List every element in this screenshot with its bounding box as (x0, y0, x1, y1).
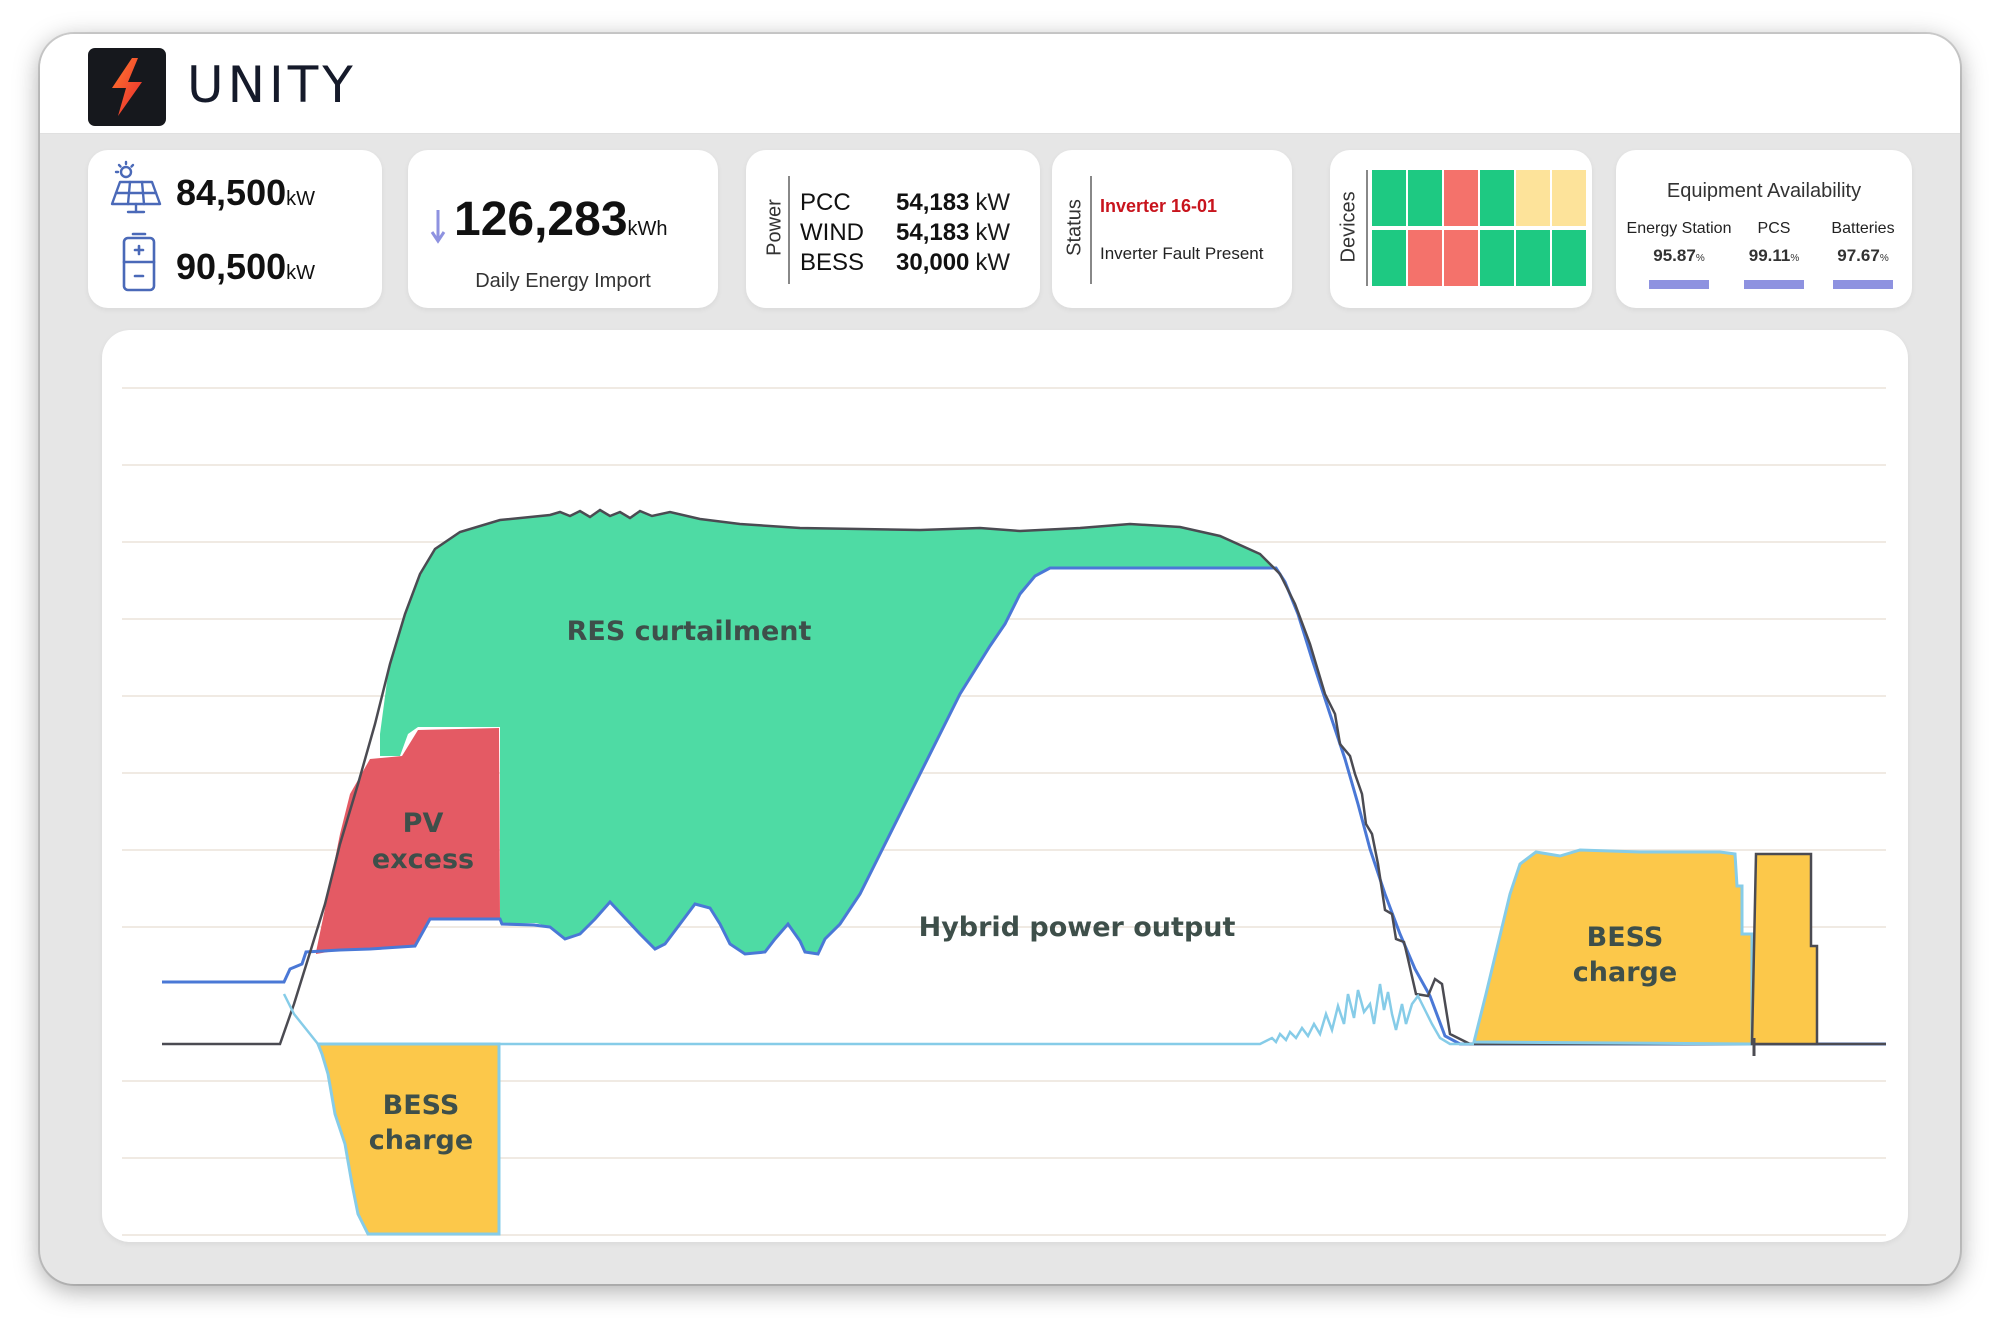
availability-pcs: PCS 99.11% (1740, 220, 1808, 289)
status-label: Status (1063, 199, 1086, 256)
device-cell[interactable] (1408, 230, 1442, 286)
pv-power-value: 84,500kW (176, 172, 315, 213)
lightning-logo-icon (112, 58, 142, 116)
availability-bar (1744, 280, 1804, 289)
power-row-pcc: PCC 54,183 kW (800, 189, 1011, 216)
battery-power-value: 90,500kW (176, 246, 315, 287)
device-cell[interactable] (1444, 170, 1478, 226)
power-label: Power (763, 199, 786, 256)
power-card: Power PCC 54,183 kW WIND 54,183 kW BESS 30… (746, 150, 1040, 308)
header: UNITY (40, 34, 1960, 134)
device-cell[interactable] (1372, 230, 1406, 286)
hybrid-output-label: Hybrid power output (919, 912, 1236, 943)
availability-bar (1833, 280, 1893, 289)
generation-card: 84,500kW 90,500kW (88, 150, 382, 308)
pv-excess-label-line2: excess (372, 844, 474, 875)
device-cell[interactable] (1408, 170, 1442, 226)
res-curtailment-area (380, 510, 1276, 954)
bess-charge-right-label-line1: BESS (1587, 922, 1664, 953)
power-chart: RES curtailment PV excess Hybrid power o… (122, 387, 1886, 1236)
device-cell[interactable] (1444, 230, 1478, 286)
power-divider (788, 176, 790, 284)
energy-import-value: 126,283kWh (454, 193, 668, 246)
device-cell[interactable] (1480, 170, 1514, 226)
bess-charge-right-label-line2: charge (1573, 957, 1677, 988)
availability-batteries: Batteries 97.67% (1820, 220, 1906, 289)
device-cell[interactable] (1516, 230, 1550, 286)
device-cell[interactable] (1516, 170, 1550, 226)
device-cell[interactable] (1480, 230, 1514, 286)
devices-divider (1366, 170, 1368, 286)
res-curtailment-label: RES curtailment (567, 616, 812, 647)
arrow-down-icon (430, 210, 446, 244)
status-divider (1090, 176, 1092, 284)
battery-icon (122, 232, 156, 292)
app-window: UNITY 84,500kW 90,500kW 126,283kWh Daily… (40, 34, 1960, 1284)
energy-import-card: 126,283kWh Daily Energy Import (408, 150, 718, 308)
status-card[interactable]: Status Inverter 16-01 Inverter Fault Pre… (1052, 150, 1292, 308)
power-chart-card: RES curtailment PV excess Hybrid power o… (102, 330, 1908, 1242)
energy-import-label: Daily Energy Import (475, 270, 651, 292)
device-status-grid (1372, 170, 1586, 286)
availability-bar (1649, 280, 1709, 289)
bess-charge-left-label-line1: BESS (383, 1090, 460, 1121)
brand-name: UNITY (187, 56, 357, 114)
availability-card: Equipment Availability Energy Station 95… (1616, 150, 1912, 308)
device-cell[interactable] (1552, 170, 1586, 226)
bess-power-line (282, 983, 1474, 1046)
devices-label: Devices (1337, 191, 1360, 263)
solar-panel-icon (110, 160, 162, 214)
status-alert-message: Inverter Fault Present (1100, 244, 1264, 263)
availability-energy-station: Energy Station 95.87% (1620, 220, 1738, 289)
power-row-bess: BESS 30,000 kW (800, 249, 1011, 276)
battery-metric: 90,500kW (88, 232, 382, 294)
power-row-wind: WIND 54,183 kW (800, 219, 1011, 246)
device-cell[interactable] (1552, 230, 1586, 286)
availability-title: Equipment Availability (1666, 180, 1862, 202)
logo[interactable] (88, 48, 166, 126)
power-table: PCC 54,183 kW WIND 54,183 kW BESS 30,000 kW (800, 188, 1010, 278)
device-cell[interactable] (1372, 170, 1406, 226)
bess-charge-right-area-2 (1750, 852, 1819, 1046)
devices-card: Devices (1330, 150, 1592, 308)
bess-charge-left-label-line2: charge (369, 1125, 473, 1156)
status-alert-title[interactable]: Inverter 16-01 (1100, 196, 1217, 217)
pv-excess-label-line1: PV (403, 808, 444, 839)
pv-metric: 84,500kW (88, 160, 382, 220)
